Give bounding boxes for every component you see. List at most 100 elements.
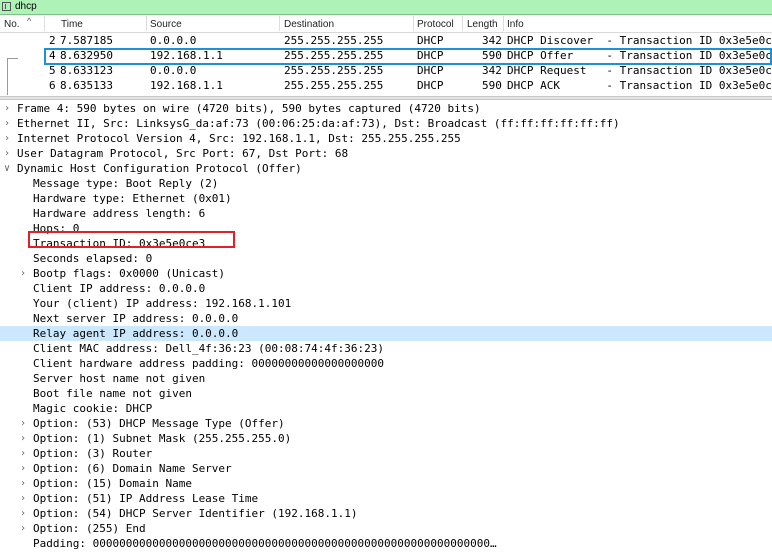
packet-no: 2	[49, 34, 56, 47]
packet-row-selected[interactable]: 4 8.632950 192.168.1.1 255.255.255.255 D…	[0, 48, 772, 63]
packet-length: 342	[482, 34, 502, 47]
column-separator[interactable]	[503, 16, 504, 31]
packet-length: 342	[482, 64, 502, 77]
column-separator[interactable]	[279, 16, 280, 31]
column-header-length[interactable]: Length	[467, 19, 498, 33]
detail-text: Dynamic Host Configuration Protocol (Off…	[17, 162, 302, 175]
chevron-right-icon[interactable]: ›	[4, 101, 14, 116]
detail-text: Boot file name not given	[33, 387, 192, 400]
packet-time: 8.632950	[60, 49, 113, 62]
detail-row[interactable]: Server host name not given	[0, 371, 772, 386]
chevron-right-icon[interactable]: ›	[20, 461, 30, 476]
detail-text: Server host name not given	[33, 372, 206, 385]
detail-text: Bootp flags: 0x0000 (Unicast)	[33, 267, 226, 280]
chevron-right-icon[interactable]: ›	[20, 431, 30, 446]
detail-row[interactable]: › Option: (6) Domain Name Server	[0, 461, 772, 476]
detail-row[interactable]: › Option: (51) IP Address Lease Time	[0, 491, 772, 506]
detail-text: Option: (53) DHCP Message Type (Offer)	[33, 417, 285, 430]
packet-source: 0.0.0.0	[150, 64, 197, 77]
detail-row[interactable]: ∨ Dynamic Host Configuration Protocol (Of…	[0, 161, 772, 176]
chevron-right-icon[interactable]: ›	[20, 521, 30, 536]
detail-row[interactable]: Client hardware address padding: 0000000…	[0, 356, 772, 371]
detail-text: Option: (54) DHCP Server Identifier (192…	[33, 507, 358, 520]
detail-text: Internet Protocol Version 4, Src: 192.16…	[17, 132, 461, 145]
detail-text: Your (client) IP address: 192.168.1.101	[33, 297, 292, 310]
detail-row[interactable]: › Option: (53) DHCP Message Type (Offer)	[0, 416, 772, 431]
pane-splitter[interactable]	[0, 96, 772, 100]
detail-row[interactable]: › Frame 4: 590 bytes on wire (4720 bits),…	[0, 101, 772, 116]
chevron-right-icon[interactable]: ›	[20, 446, 30, 461]
chevron-right-icon[interactable]: ›	[4, 146, 14, 161]
detail-text: Option: (255) End	[33, 522, 146, 535]
packet-length: 590	[482, 49, 502, 62]
detail-row[interactable]: › Option: (3) Router	[0, 446, 772, 461]
display-filter-bar	[0, 0, 772, 15]
chevron-right-icon[interactable]: ›	[4, 116, 14, 131]
detail-row[interactable]: Client MAC address: Dell_4f:36:23 (00:08…	[0, 341, 772, 356]
detail-row[interactable]: Seconds elapsed: 0	[0, 251, 772, 266]
detail-row[interactable]: Hardware type: Ethernet (0x01)	[0, 191, 772, 206]
column-separator[interactable]	[44, 16, 45, 31]
detail-row[interactable]: Padding: 0000000000000000000000000000000…	[0, 536, 772, 551]
detail-row[interactable]: › Internet Protocol Version 4, Src: 192.1…	[0, 131, 772, 146]
detail-row[interactable]: › User Datagram Protocol, Src Port: 67, D…	[0, 146, 772, 161]
detail-row[interactable]: › Ethernet II, Src: LinksysG_da:af:73 (00…	[0, 116, 772, 131]
chevron-right-icon[interactable]: ›	[20, 491, 30, 506]
detail-text: Magic cookie: DHCP	[33, 402, 153, 415]
column-separator[interactable]	[146, 16, 147, 31]
detail-text: Padding: 0000000000000000000000000000000…	[33, 537, 497, 550]
display-filter-input[interactable]	[15, 0, 755, 14]
detail-row[interactable]: Hardware address length: 6	[0, 206, 772, 221]
detail-text: Option: (6) Domain Name Server	[33, 462, 232, 475]
detail-text: Seconds elapsed: 0	[33, 252, 153, 265]
detail-row[interactable]: Message type: Boot Reply (2)	[0, 176, 772, 191]
detail-row[interactable]: Next server IP address: 0.0.0.0	[0, 311, 772, 326]
column-header-protocol[interactable]: Protocol	[417, 19, 454, 33]
packet-info: DHCP Request - Transaction ID 0x3e5e0ce3	[507, 64, 772, 77]
filter-bookmark-icon[interactable]	[2, 2, 11, 11]
detail-row[interactable]: › Option: (255) End	[0, 521, 772, 536]
packet-protocol: DHCP	[417, 64, 444, 77]
chevron-right-icon[interactable]: ›	[20, 476, 30, 491]
detail-row[interactable]: › Option: (54) DHCP Server Identifier (19…	[0, 506, 772, 521]
detail-text: Hardware type: Ethernet (0x01)	[33, 192, 232, 205]
packet-row[interactable]: 5 8.633123 0.0.0.0 255.255.255.255 DHCP …	[0, 63, 772, 78]
column-separator[interactable]	[462, 16, 463, 31]
chevron-right-icon[interactable]: ›	[20, 266, 30, 281]
column-header-no[interactable]: No.	[4, 19, 20, 33]
packet-source: 0.0.0.0	[150, 34, 197, 47]
packet-info: DHCP ACK - Transaction ID 0x3e5e0ce3	[507, 79, 772, 92]
packet-details-tree: › Frame 4: 590 bytes on wire (4720 bits),…	[0, 101, 772, 560]
detail-row[interactable]: Boot file name not given	[0, 386, 772, 401]
packet-destination: 255.255.255.255	[284, 49, 384, 62]
sort-ascending-icon: ^	[27, 16, 32, 26]
detail-row[interactable]: › Option: (15) Domain Name	[0, 476, 772, 491]
packet-no: 4	[49, 49, 56, 62]
detail-text: Option: (15) Domain Name	[33, 477, 192, 490]
packet-row[interactable]: 6 8.635133 192.168.1.1 255.255.255.255 D…	[0, 78, 772, 93]
packet-no: 5	[49, 64, 56, 77]
detail-row[interactable]: › Option: (1) Subnet Mask (255.255.255.0)	[0, 431, 772, 446]
packet-destination: 255.255.255.255	[284, 34, 384, 47]
detail-row[interactable]: › Bootp flags: 0x0000 (Unicast)	[0, 266, 772, 281]
column-header-destination[interactable]: Destination	[284, 19, 334, 33]
packet-list: 2 7.587185 0.0.0.0 255.255.255.255 DHCP …	[0, 33, 772, 95]
detail-row-selected[interactable]: Relay agent IP address: 0.0.0.0	[0, 326, 772, 341]
detail-text: Frame 4: 590 bytes on wire (4720 bits), …	[17, 102, 481, 115]
detail-row[interactable]: Client IP address: 0.0.0.0	[0, 281, 772, 296]
packet-protocol: DHCP	[417, 79, 444, 92]
column-header-time[interactable]: Time	[61, 19, 83, 33]
detail-row[interactable]: Magic cookie: DHCP	[0, 401, 772, 416]
chevron-right-icon[interactable]: ›	[20, 416, 30, 431]
detail-row[interactable]: Your (client) IP address: 192.168.1.101	[0, 296, 772, 311]
packet-list-header: No. ^ Time Source Destination Protocol L…	[0, 15, 772, 33]
column-header-source[interactable]: Source	[150, 19, 182, 33]
column-header-info[interactable]: Info	[507, 19, 524, 33]
chevron-down-icon[interactable]: ∨	[4, 161, 14, 176]
chevron-right-icon[interactable]: ›	[20, 506, 30, 521]
chevron-right-icon[interactable]: ›	[4, 131, 14, 146]
packet-length: 590	[482, 79, 502, 92]
packet-row[interactable]: 2 7.587185 0.0.0.0 255.255.255.255 DHCP …	[0, 33, 772, 48]
column-separator[interactable]	[413, 16, 414, 31]
detail-text: Next server IP address: 0.0.0.0	[33, 312, 239, 325]
